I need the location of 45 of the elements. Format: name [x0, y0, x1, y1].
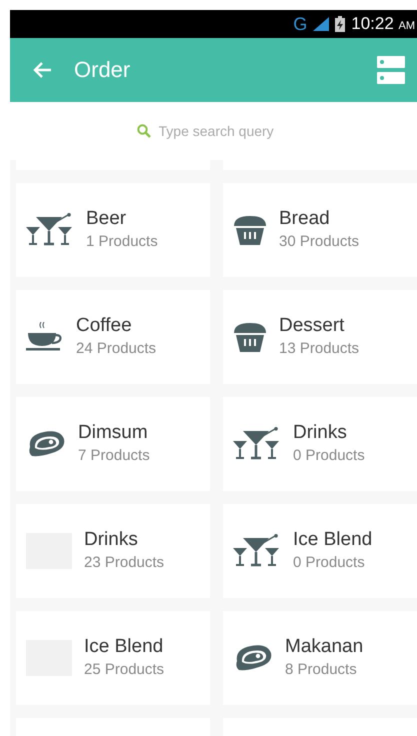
category-name: Ice Blend	[293, 528, 372, 552]
search-field[interactable]: Type search query	[156, 122, 290, 140]
category-name: Dimsum	[78, 421, 149, 445]
signal-icon	[313, 17, 330, 31]
product-count: 13 Products	[279, 339, 360, 359]
back-arrow-icon[interactable]	[32, 61, 52, 79]
screen-title: Order	[74, 57, 132, 83]
product-count: 30 Products	[279, 232, 360, 252]
cocktail-glasses-icon	[233, 534, 281, 568]
product-count: 23 Products	[84, 553, 164, 573]
product-count: 1 Products	[86, 232, 158, 252]
category-card[interactable]: Beer 1 Products	[16, 183, 210, 277]
list-view-icon[interactable]	[377, 56, 405, 84]
category-name: Drinks	[84, 528, 139, 552]
category-card[interactable]: Ice Blend 0 Products	[223, 504, 417, 598]
cupcake-icon	[233, 321, 267, 353]
search-icon	[136, 124, 150, 138]
category-card[interactable]: Dimsum 7 Products	[16, 397, 210, 491]
cupcake-icon	[233, 214, 267, 246]
clock: 10:22 AM	[351, 14, 415, 34]
product-count: 24 Products	[76, 339, 156, 359]
battery-charging-icon	[335, 16, 346, 32]
category-name: Coffee	[76, 314, 133, 338]
category-card[interactable]: Drinks 23 Products	[16, 504, 210, 598]
product-count: 0 Products	[293, 553, 366, 573]
cocktail-glasses-icon	[233, 427, 281, 461]
category-name: Dessert	[279, 314, 346, 338]
network-type: G	[293, 14, 308, 34]
category-name: Beer	[86, 207, 128, 231]
category-card[interactable]: Coffee 24 Products	[16, 290, 210, 384]
product-count: 0 Products	[293, 446, 365, 466]
product-count: 8 Products	[285, 660, 358, 680]
cocktail-glasses-icon	[26, 213, 74, 247]
category-card[interactable]: Makanan 8 Products	[223, 611, 417, 705]
category-card[interactable]: Dessert 13 Products	[223, 290, 417, 384]
product-count: 7 Products	[78, 446, 150, 466]
product-count: 25 Products	[84, 660, 164, 680]
category-name: Ice Blend	[84, 635, 164, 659]
category-name: Makanan	[285, 635, 364, 659]
category-card[interactable]: Bread 30 Products	[223, 183, 417, 277]
coffee-cup-icon	[26, 322, 64, 352]
category-card[interactable]: Ice Blend 25 Products	[16, 611, 210, 705]
category-name: Drinks	[293, 421, 348, 445]
category-name: Bread	[279, 207, 331, 231]
category-card[interactable]: Drinks 0 Products	[223, 397, 417, 491]
